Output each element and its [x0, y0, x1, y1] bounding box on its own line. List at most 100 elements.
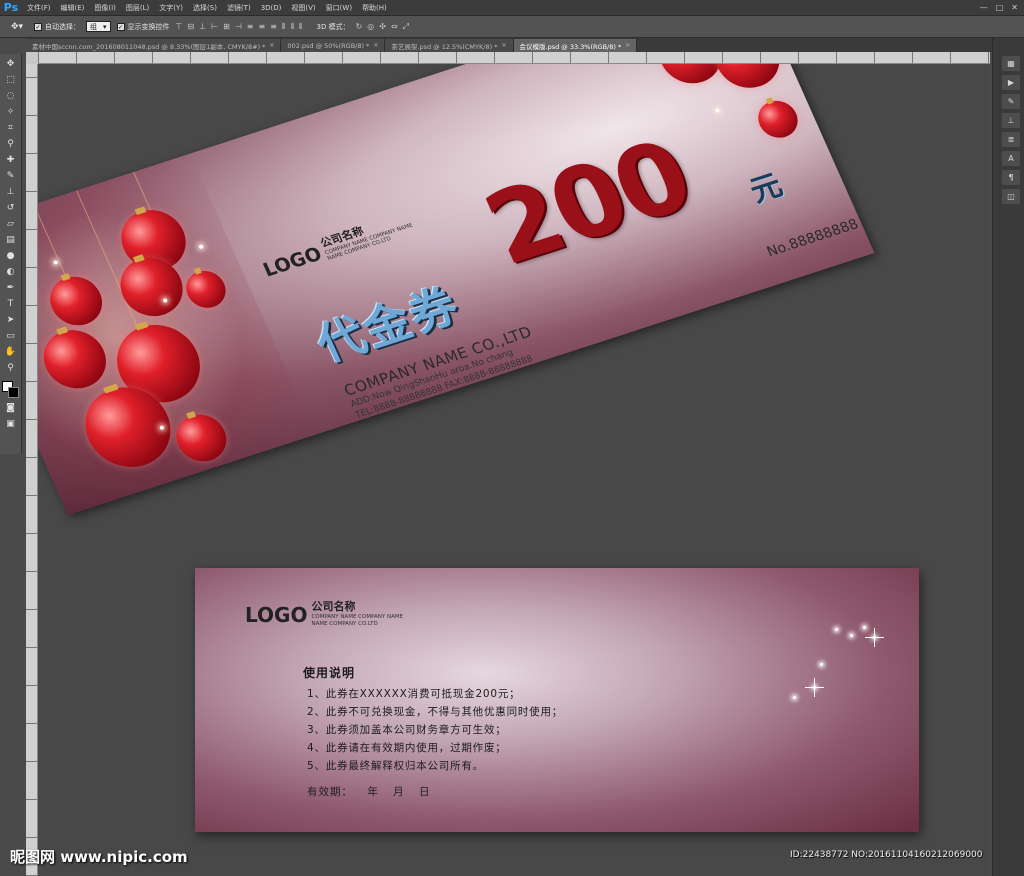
menu-window[interactable]: 窗口(W) — [321, 3, 357, 13]
front-logo: LOGO 公司名称 COMPANY NAME COMPANY NAME NAME… — [257, 208, 416, 282]
align-left-icon[interactable]: ⊢ — [211, 22, 218, 32]
move-tool-preset-icon[interactable]: ✥▾ — [6, 20, 28, 34]
orbit-3d-icon[interactable]: ↻ — [356, 22, 363, 32]
auto-select-checkbox[interactable]: ✓ 自动选择： — [34, 22, 80, 32]
back-logo: LOGO 公司名称 COMPANY NAME COMPANY NAME NAME… — [245, 598, 403, 627]
pan-3d-icon[interactable]: ✣ — [379, 22, 386, 32]
tab-label: 茶艺展架.psd @ 12.5%(CMYK/8) * — [391, 42, 498, 51]
align-right-icon[interactable]: ⊣ — [235, 22, 242, 32]
usage-rule: 3、此券须加盖本公司财务章方可生效； — [307, 724, 507, 736]
close-button[interactable]: ✕ — [1011, 3, 1018, 12]
ornament — [705, 64, 790, 96]
menu-view[interactable]: 视图(V) — [286, 3, 320, 13]
screen-mode-icon[interactable]: ▣ — [3, 417, 19, 431]
lasso-icon[interactable]: ◌ — [3, 89, 19, 103]
color-swatches[interactable] — [1, 381, 20, 399]
paragraph-icon[interactable]: ¶ — [1002, 170, 1020, 185]
distribute-right-icon[interactable]: ⦀ — [299, 22, 303, 32]
menu-file[interactable]: 文件(F) — [22, 3, 56, 13]
menu-select[interactable]: 选择(S) — [188, 3, 222, 13]
menu-help[interactable]: 帮助(H) — [357, 3, 392, 13]
magic-wand-icon[interactable]: ✧ — [3, 105, 19, 119]
type-icon[interactable]: T — [3, 297, 19, 311]
sparkle-star — [805, 678, 824, 697]
play-icon[interactable]: ▶ — [1002, 75, 1020, 90]
eraser-icon[interactable]: ▱ — [3, 217, 19, 231]
menu-edit[interactable]: 编辑(E) — [56, 3, 90, 13]
minimize-button[interactable]: — — [980, 3, 988, 12]
usage-rule: 5、此券最终解释权归本公司所有。 — [307, 760, 484, 772]
menu-layer[interactable]: 图层(L) — [121, 3, 154, 13]
dodge-icon[interactable]: ◐ — [3, 265, 19, 279]
validity-label: 有效期： — [307, 786, 353, 798]
menu-type[interactable]: 文字(Y) — [154, 3, 188, 13]
distribute-middle-icon[interactable]: ≡ — [259, 22, 266, 32]
slide-3d-icon[interactable]: ⇔ — [391, 22, 398, 32]
voucher-back[interactable]: LOGO 公司名称 COMPANY NAME COMPANY NAME NAME… — [195, 568, 919, 832]
voucher-front[interactable]: LOGO 公司名称 COMPANY NAME COMPANY NAME NAME… — [38, 64, 875, 515]
tab-document-2[interactable]: 002.psd @ 50%(RGB/8) * ✕ — [281, 39, 386, 52]
move-icon[interactable]: ✥ — [3, 57, 19, 71]
brush-icon[interactable]: ✎ — [3, 169, 19, 183]
mode-3d-label: 3D 模式： — [316, 22, 350, 31]
background-color[interactable] — [7, 387, 19, 398]
gradient-icon[interactable]: ▤ — [3, 233, 19, 247]
distribute-top-icon[interactable]: ≡ — [247, 22, 254, 32]
eyedropper-icon[interactable]: ⚲ — [3, 137, 19, 151]
menu-3d[interactable]: 3D(D) — [256, 4, 287, 12]
distribute-center-icon[interactable]: ⦀ — [290, 22, 294, 32]
tab-document-4-active[interactable]: 会议模版.psd @ 33.3%(RGB/8) * ✕ — [513, 39, 638, 52]
align-top-icon[interactable]: ⊤ — [176, 22, 183, 32]
close-icon[interactable]: ✕ — [625, 42, 630, 49]
clone-panel-icon[interactable]: ⊥ — [1002, 113, 1020, 128]
stamp-icon[interactable]: ⊥ — [3, 185, 19, 199]
close-icon[interactable]: ✕ — [269, 42, 274, 49]
close-icon[interactable]: ✕ — [373, 42, 378, 49]
ruler-origin[interactable] — [26, 52, 38, 64]
ornament — [752, 95, 804, 143]
tab-document-1[interactable]: 素材中国sccnn.com_20160801104​8.psd @ 8.33%(… — [26, 39, 282, 52]
sparkle-star — [850, 634, 853, 637]
horizontal-ruler[interactable] — [38, 52, 990, 64]
auto-select-dropdown[interactable]: 组 ▾ — [86, 21, 111, 32]
character-icon[interactable]: A — [1002, 151, 1020, 166]
align-bottom-icon[interactable]: ⊥ — [199, 22, 206, 32]
crop-icon[interactable]: ⌗ — [3, 121, 19, 135]
align-middle-icon[interactable]: ⊟ — [187, 22, 194, 32]
pen-icon[interactable]: ✒ — [3, 281, 19, 295]
hand-icon[interactable]: ✋ — [3, 345, 19, 359]
scale-3d-icon[interactable]: ⤢ — [403, 22, 409, 32]
tab-label: 素材中国sccnn.com_20160801104​8.psd @ 8.33%(… — [32, 42, 266, 51]
toolbox: ✥ ⬚ ◌ ✧ ⌗ ⚲ ✚ ✎ ⊥ ↺ ▱ ▤ ● ◐ ✒ T ➤ ▭ ✋ ⚲ … — [0, 54, 22, 454]
properties-icon[interactable]: ≣ — [1002, 132, 1020, 147]
roll-3d-icon[interactable]: ◎ — [367, 22, 374, 32]
distribute-left-icon[interactable]: ⦀ — [282, 22, 286, 32]
sparkle-star — [865, 628, 884, 647]
sparkle-star — [863, 626, 866, 629]
vertical-ruler[interactable] — [26, 64, 38, 876]
brush-panel-icon[interactable]: ✎ — [1002, 94, 1020, 109]
history-brush-icon[interactable]: ↺ — [3, 201, 19, 215]
healing-icon[interactable]: ✚ — [3, 153, 19, 167]
close-icon[interactable]: ✕ — [501, 42, 506, 49]
menu-filter[interactable]: 滤镜(T) — [222, 3, 256, 13]
menu-image[interactable]: 图像(I) — [89, 3, 121, 13]
show-transform-checkbox[interactable]: ✓ 显示变换控件 — [116, 22, 170, 32]
blur-icon[interactable]: ● — [3, 249, 19, 263]
logo-text: LOGO — [245, 603, 308, 627]
logo-text: LOGO — [259, 242, 326, 282]
shape-icon[interactable]: ▭ — [3, 329, 19, 343]
path-select-icon[interactable]: ➤ — [3, 313, 19, 327]
usage-rule: 1、此券在XXXXXX消费可抵现金200元； — [307, 688, 521, 700]
sparkle-star — [835, 628, 838, 631]
cube-icon[interactable]: ◫ — [1002, 189, 1020, 204]
layers-icon[interactable]: ▦ — [1002, 56, 1020, 71]
document-canvas[interactable]: LOGO 公司名称 COMPANY NAME COMPANY NAME NAME… — [38, 64, 990, 876]
tab-document-3[interactable]: 茶艺展架.psd @ 12.5%(CMYK/8) * ✕ — [385, 39, 514, 52]
quick-mask-icon[interactable]: ◙ — [3, 401, 19, 415]
distribute-bottom-icon[interactable]: ≡ — [270, 22, 277, 32]
maximize-button[interactable]: □ — [996, 3, 1004, 12]
marquee-icon[interactable]: ⬚ — [3, 73, 19, 87]
zoom-icon[interactable]: ⚲ — [3, 361, 19, 375]
align-center-icon[interactable]: ⊞ — [223, 22, 230, 32]
